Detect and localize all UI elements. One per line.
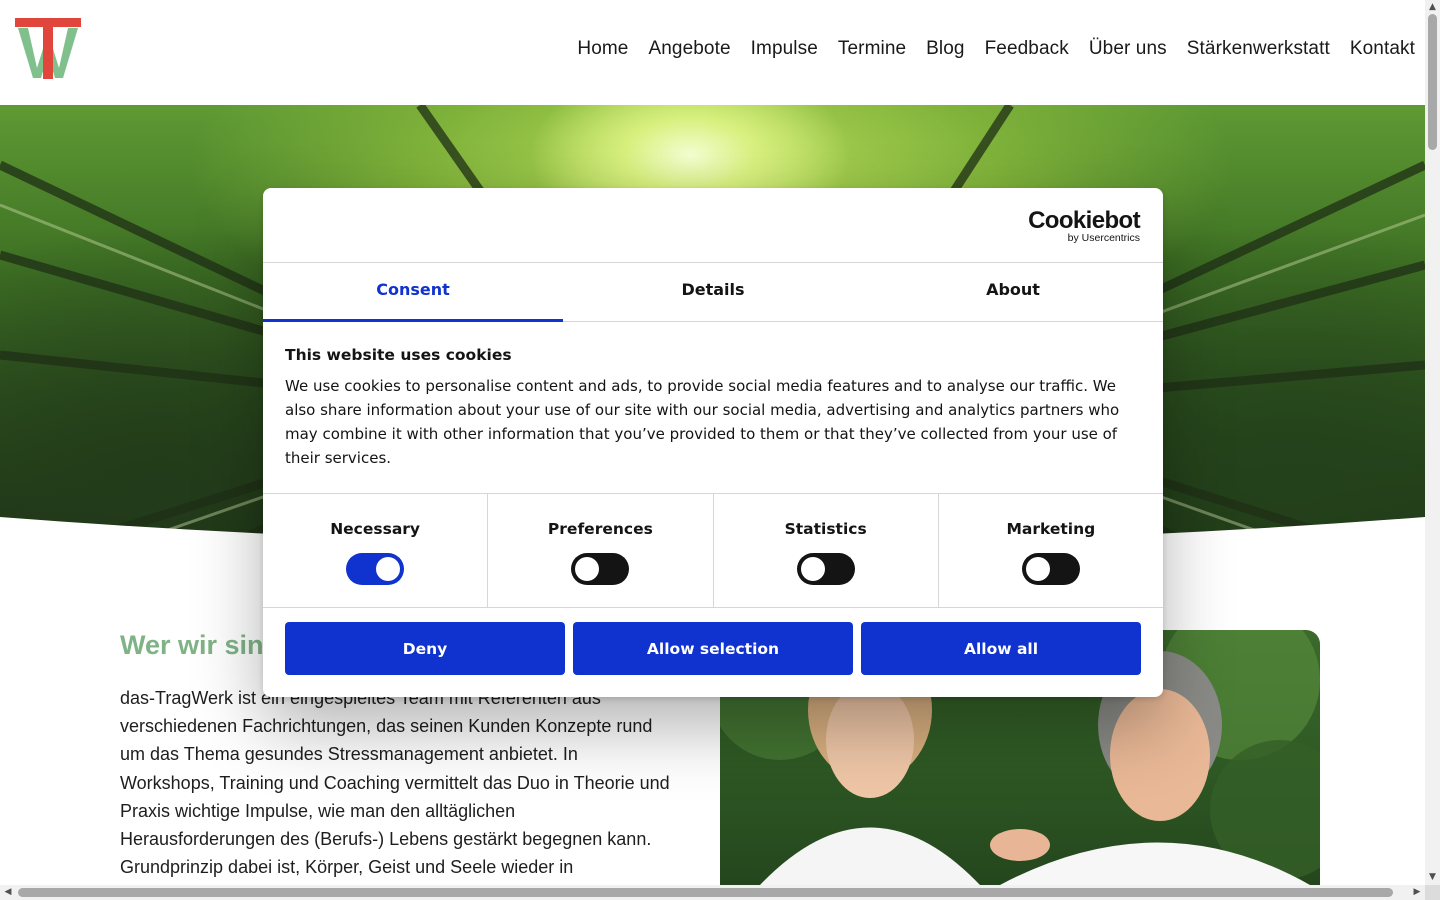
category-statistics: Statistics xyxy=(712,494,938,607)
scroll-right-icon[interactable]: ▶ xyxy=(1412,887,1422,898)
allow-all-button[interactable]: Allow all xyxy=(861,622,1141,675)
cookiebot-brand: Cookiebot xyxy=(1028,207,1141,234)
category-label: Marketing xyxy=(1006,520,1096,538)
cookie-description: We use cookies to personalise content an… xyxy=(285,377,1120,467)
cookiebot-brand-sub: by Usercentrics xyxy=(1067,232,1140,244)
intro-paragraph: das-TragWerk ist ein eingespieltes Team … xyxy=(120,688,670,878)
cookie-consent-dialog: Cookiebot by Usercentrics Consent Detail… xyxy=(263,188,1163,697)
nav-angebote[interactable]: Angebote xyxy=(648,38,730,60)
cookie-tabs: Consent Details About xyxy=(263,262,1163,322)
tab-about[interactable]: About xyxy=(863,263,1163,321)
tragwerk-logo-icon xyxy=(15,18,81,79)
site-header: Home Angebote Impulse Termine Blog Feedb… xyxy=(0,0,1425,105)
nav-feedback[interactable]: Feedback xyxy=(985,38,1069,60)
category-necessary: Necessary xyxy=(263,494,487,607)
scroll-down-icon[interactable]: ▼ xyxy=(1428,872,1437,882)
toggle-knob xyxy=(1025,557,1050,581)
nav-home[interactable]: Home xyxy=(577,38,628,60)
nav-blog[interactable]: Blog xyxy=(926,38,964,60)
tab-details[interactable]: Details xyxy=(563,263,863,321)
nav-impulse[interactable]: Impulse xyxy=(751,38,818,60)
tragwerk-logo[interactable] xyxy=(15,18,81,79)
toggle-knob xyxy=(376,557,401,581)
category-marketing: Marketing xyxy=(937,494,1163,607)
marketing-toggle[interactable] xyxy=(1021,553,1080,585)
scroll-up-icon[interactable]: ▲ xyxy=(1428,2,1437,12)
tab-consent[interactable]: Consent xyxy=(263,263,563,322)
deny-button[interactable]: Deny xyxy=(285,622,565,675)
statistics-toggle[interactable] xyxy=(796,553,855,585)
preferences-toggle[interactable] xyxy=(571,553,630,585)
category-label: Statistics xyxy=(784,520,867,538)
section-title: Wer wir sind xyxy=(120,630,281,660)
category-label: Preferences xyxy=(547,520,653,538)
main-nav: Home Angebote Impulse Termine Blog Feedb… xyxy=(577,38,1415,60)
nav-staerkenwerkstatt[interactable]: Stärkenwerkstatt xyxy=(1187,38,1330,60)
cookie-heading: This website uses cookies xyxy=(285,346,512,364)
nav-ueber-uns[interactable]: Über uns xyxy=(1089,38,1167,60)
nav-termine[interactable]: Termine xyxy=(838,38,906,60)
toggle-knob xyxy=(575,557,600,581)
category-label: Necessary xyxy=(330,520,421,538)
horizontal-scroll-thumb[interactable] xyxy=(18,888,1393,897)
cookie-categories: Necessary Preferences Statistics Marketi… xyxy=(263,493,1163,608)
scrollbar-corner xyxy=(1425,885,1440,900)
cookiebot-logo: Cookiebot by Usercentrics xyxy=(1028,207,1141,244)
horizontal-scrollbar[interactable]: ◀ ▶ xyxy=(0,885,1425,900)
toggle-knob xyxy=(800,557,825,581)
allow-selection-button[interactable]: Allow selection xyxy=(573,622,853,675)
vertical-scrollbar[interactable]: ▲ ▼ xyxy=(1425,0,1440,885)
cookie-buttons: Deny Allow selection Allow all xyxy=(285,622,1141,675)
nav-kontakt[interactable]: Kontakt xyxy=(1350,38,1415,60)
necessary-toggle[interactable] xyxy=(346,553,405,585)
scroll-left-icon[interactable]: ◀ xyxy=(3,887,13,898)
vertical-scroll-thumb[interactable] xyxy=(1428,14,1437,150)
category-preferences: Preferences xyxy=(487,494,712,607)
